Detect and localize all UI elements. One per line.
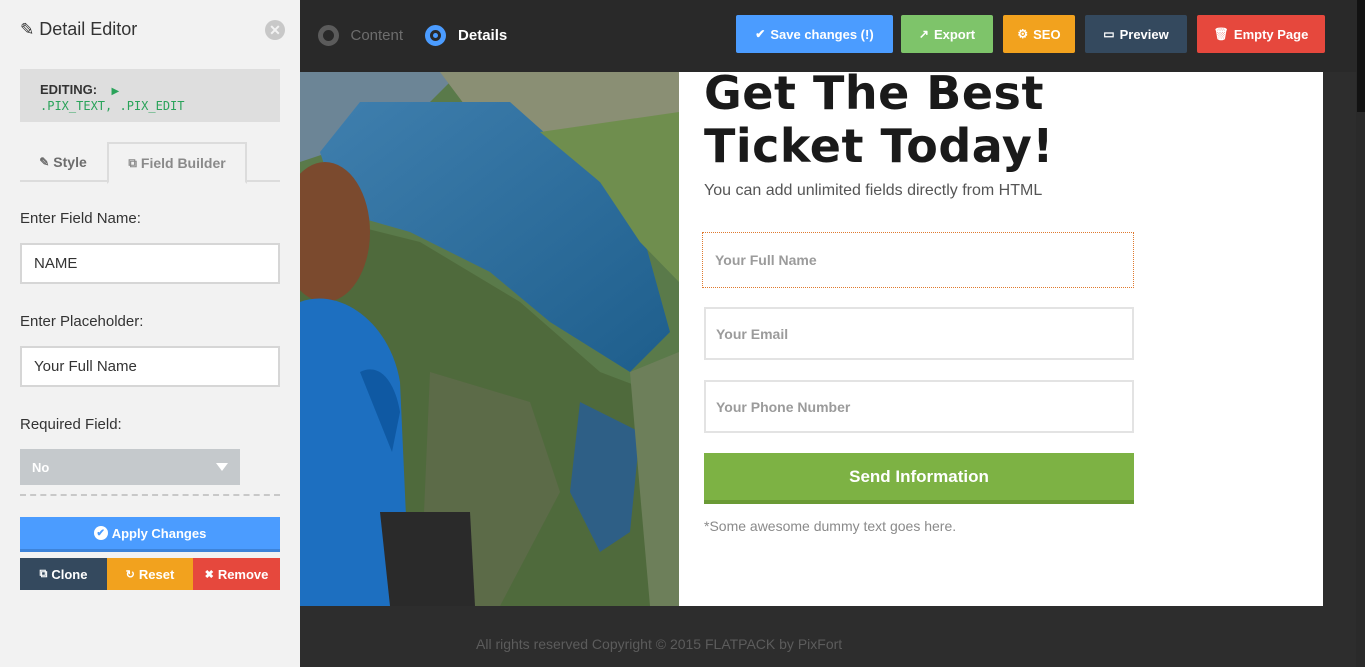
copy-icon: ⧉ — [128, 155, 137, 170]
placeholder-input[interactable]: Your Full Name — [20, 346, 280, 387]
clone-icon: ⧉ — [39, 567, 48, 580]
edit-icon: ✎ — [20, 19, 35, 39]
field-name-input[interactable]: NAME — [20, 243, 280, 284]
required-field-label: Required Field: — [20, 416, 122, 433]
apply-changes-label: Apply Changes — [111, 525, 207, 541]
step-content[interactable]: Content — [317, 24, 404, 46]
required-field-value: No — [32, 459, 50, 475]
step-details[interactable]: Details — [425, 24, 508, 46]
step-content-label: Content — [350, 26, 404, 44]
page-scrollbar-track[interactable] — [1356, 72, 1365, 667]
chevron-down-icon — [216, 463, 228, 471]
hero-subtitle: You can add unlimited fields directly fr… — [704, 182, 1043, 199]
preview-label: Preview — [1119, 26, 1169, 42]
placeholder-label: Enter Placeholder: — [20, 313, 144, 330]
footer-copyright: All rights reserved Copyright © 2015 FLA… — [476, 636, 843, 652]
clone-label: Clone — [51, 566, 88, 582]
tab-style-label: Style — [53, 154, 87, 170]
editing-target-box: EDITING: ▶ .PIX_TEXT, .PIX_EDIT — [20, 69, 280, 122]
empty-page-button[interactable]: 🗑 Empty Page — [1197, 15, 1325, 53]
hero-title-line1: Get The Best — [704, 72, 1044, 120]
check-circle-icon: ✔ — [93, 526, 108, 540]
full-name-field[interactable]: Your Full Name — [702, 232, 1134, 288]
remove-icon: ✖ — [204, 568, 214, 581]
editing-label: EDITING: — [40, 82, 98, 97]
email-field[interactable]: Your Email — [704, 307, 1134, 360]
refresh-icon: ↻ — [125, 568, 135, 581]
check-icon: ✔ — [755, 27, 766, 41]
field-name-label: Enter Field Name: — [20, 210, 141, 227]
tab-field-builder-label: Field Builder — [140, 155, 226, 171]
export-icon: ↗ — [918, 27, 929, 41]
trash-icon: 🗑 — [1213, 27, 1229, 41]
remove-button[interactable]: ✖ Remove — [193, 558, 280, 590]
clone-button[interactable]: ⧉ Clone — [20, 558, 107, 590]
phone-field[interactable]: Your Phone Number — [704, 380, 1134, 433]
gear-icon: ⚙ — [1017, 27, 1029, 41]
edit-icon: ✎ — [39, 155, 50, 169]
panel-tabs: ✎ Style ⧉ Field Builder — [20, 142, 280, 184]
page-scrollbar-thumb[interactable] — [1357, 0, 1365, 112]
reset-button[interactable]: ↻ Reset — [107, 558, 193, 590]
tab-style[interactable]: ✎ Style — [20, 142, 106, 182]
window-icon: ▭ — [1103, 27, 1115, 41]
detail-editor-panel: ✎ Detail Editor ✕ EDITING: ▶ .PIX_TEXT, … — [0, 0, 300, 667]
seo-label: SEO — [1033, 26, 1061, 42]
close-icon[interactable]: ✕ — [265, 20, 285, 40]
step-details-label: Details — [458, 26, 508, 44]
page-canvas: Get The Best Ticket Today! You can add u… — [300, 72, 1323, 606]
tab-field-builder[interactable]: ⧉ Field Builder — [107, 142, 247, 184]
editing-selector: .PIX_TEXT, .PIX_EDIT — [40, 99, 185, 113]
hero-photo — [300, 72, 679, 606]
seo-button[interactable]: ⚙ SEO — [1003, 15, 1075, 53]
reset-label: Reset — [138, 566, 175, 582]
apply-changes-button[interactable]: ✔ Apply Changes — [20, 517, 280, 552]
save-changes-label: Save changes (!) — [770, 26, 874, 42]
step-navigation: s Content Details — [286, 24, 529, 46]
export-label: Export — [933, 26, 976, 42]
play-icon: ▶ — [111, 86, 120, 97]
hero-title: Get The Best Ticket Today! — [704, 72, 1124, 173]
empty-page-label: Empty Page — [1233, 26, 1309, 42]
panel-title-label: Detail Editor — [39, 19, 138, 39]
send-information-button[interactable]: Send Information — [704, 453, 1134, 504]
export-button[interactable]: ↗ Export — [901, 15, 993, 53]
divider — [20, 494, 280, 496]
preview-button[interactable]: ▭ Preview — [1085, 15, 1187, 53]
step-active-indicator-icon — [425, 24, 447, 46]
remove-label: Remove — [217, 566, 269, 582]
hero-title-line2: Ticket Today! — [704, 119, 1054, 173]
panel-title: ✎ Detail Editor — [20, 19, 137, 40]
step-indicator-icon — [317, 24, 339, 46]
save-changes-button[interactable]: ✔ Save changes (!) — [736, 15, 893, 53]
required-field-select[interactable]: No — [20, 449, 240, 485]
form-note: *Some awesome dummy text goes here. — [704, 518, 957, 534]
